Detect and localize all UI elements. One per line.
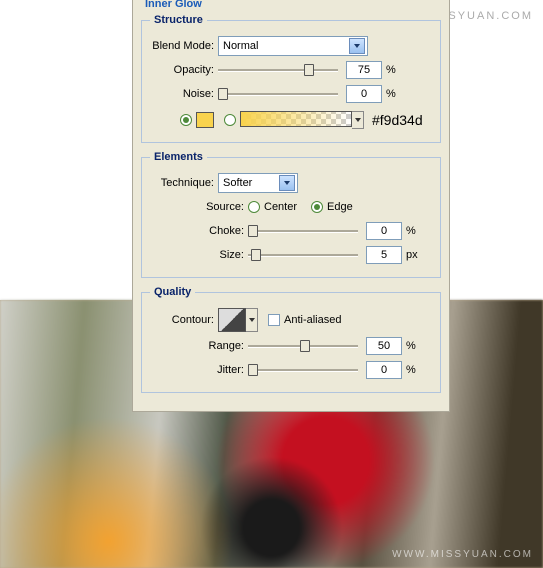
source-label: Source:: [150, 201, 248, 213]
choke-label: Choke:: [150, 225, 248, 237]
quality-group: Quality Contour: Anti-aliased Range: 50 …: [141, 286, 441, 393]
range-slider[interactable]: [248, 339, 358, 353]
anti-aliased-label: Anti-aliased: [284, 314, 341, 326]
gradient-radio[interactable]: [224, 114, 236, 126]
choke-input[interactable]: 0: [366, 222, 402, 240]
opacity-input[interactable]: 75: [346, 61, 382, 79]
technique-label: Technique:: [150, 177, 218, 189]
choke-slider[interactable]: [248, 224, 358, 238]
structure-group: Structure Blend Mode: Normal Opacity: 75…: [141, 14, 441, 143]
noise-slider[interactable]: [218, 87, 338, 101]
contour-label: Contour:: [150, 314, 218, 326]
structure-legend: Structure: [150, 14, 207, 26]
source-edge-label: Edge: [327, 201, 353, 213]
noise-input[interactable]: 0: [346, 85, 382, 103]
source-edge-radio[interactable]: [311, 201, 323, 213]
slider-thumb[interactable]: [248, 364, 258, 376]
blend-mode-label: Blend Mode:: [150, 40, 218, 52]
contour-dropdown[interactable]: [246, 308, 258, 332]
jitter-label: Jitter:: [150, 364, 248, 376]
range-label: Range:: [150, 340, 248, 352]
choke-unit: %: [406, 225, 416, 237]
chevron-down-icon: [279, 175, 295, 191]
noise-label: Noise:: [150, 88, 218, 100]
slider-thumb[interactable]: [251, 249, 261, 261]
gradient-dropdown[interactable]: [352, 111, 364, 129]
size-slider[interactable]: [248, 248, 358, 262]
source-center-radio[interactable]: [248, 201, 260, 213]
blend-mode-value: Normal: [223, 40, 258, 52]
technique-select[interactable]: Softer: [218, 173, 298, 193]
size-unit: px: [406, 249, 418, 261]
range-input[interactable]: 50: [366, 337, 402, 355]
slider-thumb[interactable]: [304, 64, 314, 76]
opacity-slider[interactable]: [218, 63, 338, 77]
color-hex: #f9d34d: [372, 112, 423, 128]
gradient-picker[interactable]: [240, 111, 352, 127]
watermark-bottom: WWW.MISSYUAN.COM: [392, 549, 533, 560]
slider-thumb[interactable]: [248, 225, 258, 237]
slider-thumb[interactable]: [218, 88, 228, 100]
size-input[interactable]: 5: [366, 246, 402, 264]
color-radio[interactable]: [180, 114, 192, 126]
contour-picker[interactable]: [218, 308, 246, 332]
jitter-input[interactable]: 0: [366, 361, 402, 379]
elements-legend: Elements: [150, 151, 207, 163]
opacity-unit: %: [386, 64, 396, 76]
panel-title: Inner Glow: [145, 0, 202, 10]
slider-thumb[interactable]: [300, 340, 310, 352]
technique-value: Softer: [223, 177, 252, 189]
inner-glow-panel: Inner Glow Structure Blend Mode: Normal …: [132, 0, 450, 412]
blend-mode-select[interactable]: Normal: [218, 36, 368, 56]
range-unit: %: [406, 340, 416, 352]
jitter-slider[interactable]: [248, 363, 358, 377]
quality-legend: Quality: [150, 286, 195, 298]
opacity-label: Opacity:: [150, 64, 218, 76]
chevron-down-icon: [349, 38, 365, 54]
source-center-label: Center: [264, 201, 297, 213]
jitter-unit: %: [406, 364, 416, 376]
anti-aliased-checkbox[interactable]: [268, 314, 280, 326]
noise-unit: %: [386, 88, 396, 100]
color-swatch[interactable]: [196, 112, 214, 128]
elements-group: Elements Technique: Softer Source: Cente…: [141, 151, 441, 278]
size-label: Size:: [150, 249, 248, 261]
